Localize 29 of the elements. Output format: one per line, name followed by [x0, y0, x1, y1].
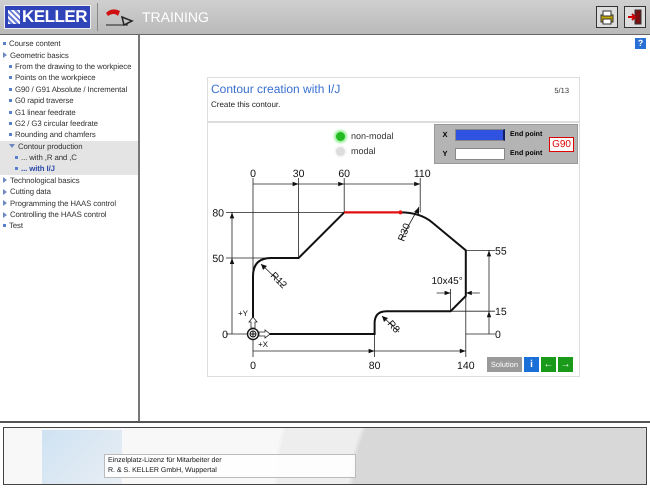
- lesson-title: Contour creation with I/J: [211, 82, 340, 96]
- dimension-label: 50: [212, 253, 224, 265]
- keller-logo: KELLER: [4, 5, 91, 29]
- radio-label[interactable]: non-modal: [351, 131, 394, 141]
- dimension-label: 10x45°: [432, 276, 463, 287]
- dimension-label: +Y: [238, 309, 248, 318]
- dimension-label: 55: [495, 245, 507, 258]
- app-title: TRAINING: [142, 9, 209, 25]
- dimension-label: 15: [495, 306, 507, 318]
- dimension-label: 0: [222, 329, 228, 341]
- dimension-label: 0: [250, 360, 256, 372]
- forward-button[interactable]: →: [558, 357, 573, 372]
- back-button[interactable]: ←: [541, 357, 556, 372]
- dimension-label: 60: [338, 168, 350, 180]
- dimension-label: 0: [250, 168, 256, 180]
- dimension-label: 140: [457, 360, 475, 372]
- dimension-label: 30: [292, 168, 304, 180]
- info-button[interactable]: i: [524, 357, 539, 372]
- code-badge: G90: [549, 137, 574, 152]
- help-button[interactable]: ?: [635, 38, 646, 49]
- dimension-label: R30: [396, 222, 414, 244]
- dimension-label: R8: [384, 318, 402, 336]
- dimension-label: 80: [212, 207, 224, 220]
- dimension-label: 110: [414, 168, 431, 180]
- dimension-label: +X: [258, 340, 268, 349]
- dimension-label: R12: [268, 270, 289, 292]
- dimension-label: 80: [368, 360, 380, 372]
- dimension-label: 0: [495, 329, 501, 341]
- radio-label[interactable]: modal: [351, 146, 376, 156]
